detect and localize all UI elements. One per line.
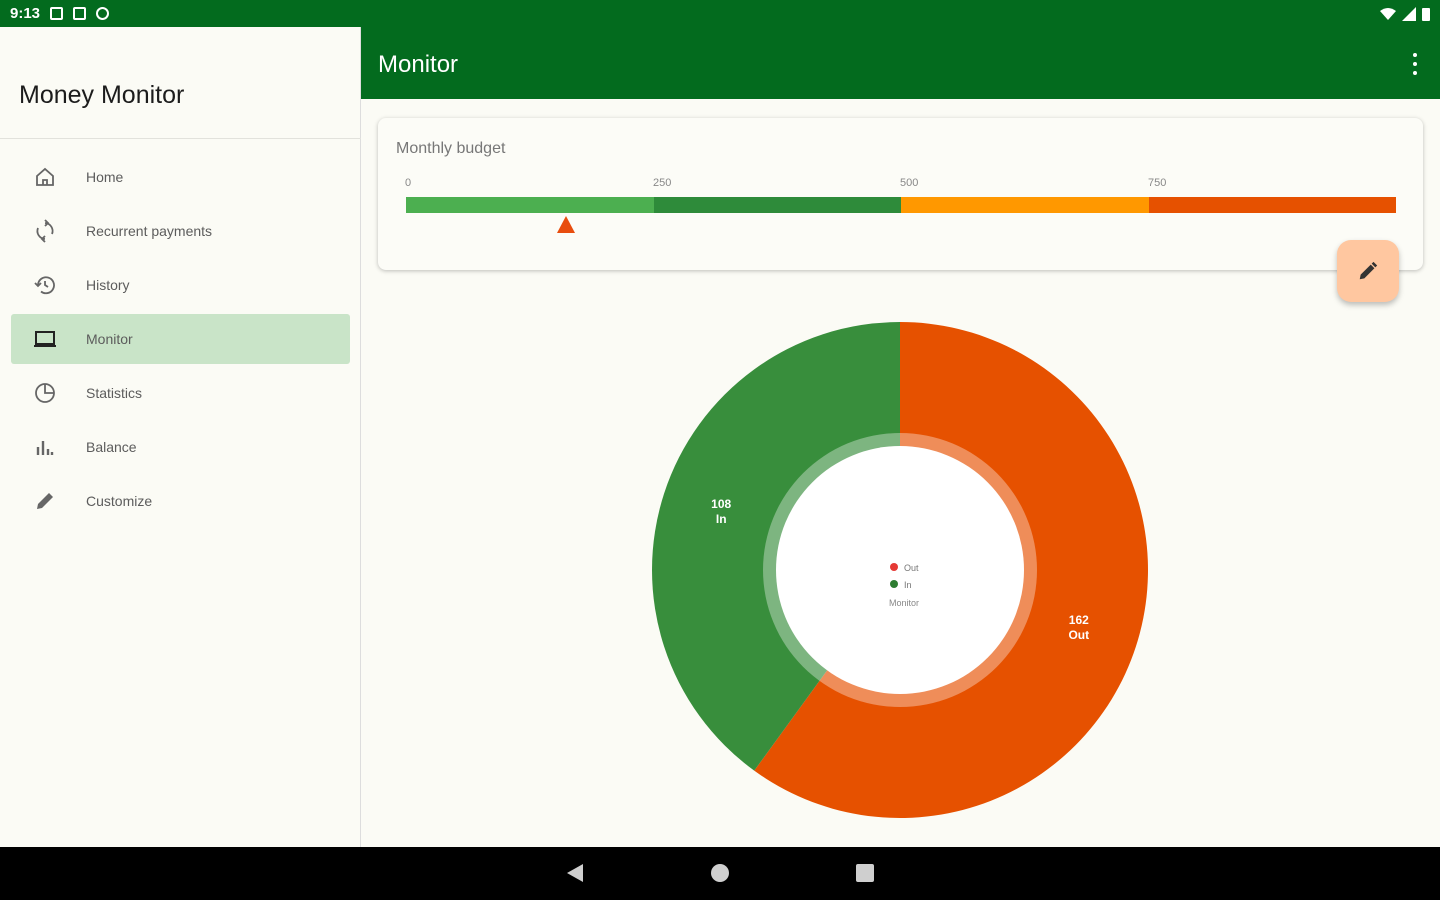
sd-card-icon [73, 7, 87, 20]
sync-icon [96, 7, 110, 20]
donut-hole [776, 446, 1024, 694]
nav-item-label: History [86, 277, 130, 293]
budget-tick: 500 [900, 177, 919, 189]
home-icon [36, 167, 54, 186]
monitor-icon [34, 331, 56, 347]
navigation-drawer: Money Monitor Home Recurrent payments Hi… [0, 27, 361, 847]
nav-item-label: Balance [86, 439, 137, 455]
status-time: 9:13 [10, 5, 41, 22]
home-button[interactable] [711, 864, 729, 882]
nav-item-balance[interactable]: Balance [11, 422, 350, 472]
slice-label-out: 162 Out [1068, 613, 1089, 642]
nav-item-monitor[interactable]: Monitor [11, 314, 350, 364]
nav-item-label: Customize [86, 493, 153, 509]
nav-item-history[interactable]: History [11, 260, 350, 310]
center-label: Monitor [889, 598, 919, 608]
status-bar: 9:13 [0, 0, 1440, 27]
legend-out-label: Out [904, 563, 919, 573]
nav-item-label: Monitor [86, 331, 133, 347]
pencil-icon [37, 493, 53, 509]
nav-item-label: Statistics [86, 385, 143, 401]
edit-budget-button[interactable] [1337, 240, 1399, 302]
legend-in-dot [890, 580, 898, 588]
nav-item-label: Home [86, 169, 124, 185]
nav-item-customize[interactable]: Customize [11, 476, 350, 526]
system-nav-bar [0, 847, 1440, 900]
recent-apps-button[interactable] [856, 864, 874, 882]
drawer-divider [0, 138, 361, 139]
history-icon [34, 276, 55, 295]
signal-icon [1402, 6, 1416, 21]
budget-tick: 250 [653, 177, 672, 189]
nav-item-home[interactable]: Home [11, 152, 350, 202]
legend-out-dot [890, 563, 898, 571]
legend-in-label: In [904, 580, 912, 590]
budget-segment [901, 197, 1149, 213]
budget-segment [653, 197, 901, 213]
budget-segment [406, 197, 654, 213]
nav-item-recurrent-payments[interactable]: Recurrent payments [11, 206, 350, 256]
back-button[interactable] [567, 864, 583, 882]
recurrent-icon [36, 219, 54, 243]
budget-segment [1148, 197, 1396, 213]
nav-list: Home Recurrent payments History Monitor … [11, 152, 350, 530]
monthly-budget-card: Monthly budget 0 250 500 750 [378, 118, 1423, 270]
monitor-donut-chart: 162 Out108 In Out In Monitor [652, 322, 1148, 818]
budget-marker [557, 216, 576, 233]
statistics-icon [35, 383, 55, 403]
app-bar: Monitor [361, 27, 1440, 99]
budget-title: Monthly budget [396, 140, 506, 157]
pencil-icon [1359, 261, 1378, 280]
balance-icon [36, 441, 54, 455]
battery-icon [1422, 7, 1430, 21]
nav-item-label: Recurrent payments [86, 223, 213, 239]
page-title: Monitor [378, 51, 459, 78]
notification-icon [50, 7, 64, 20]
more-options-icon[interactable] [1412, 53, 1418, 75]
drawer-title: Money Monitor [19, 81, 185, 109]
nav-item-statistics[interactable]: Statistics [11, 368, 350, 418]
wifi-icon [1380, 7, 1396, 20]
budget-bar [406, 197, 1396, 213]
budget-tick: 0 [405, 177, 412, 189]
budget-tick: 750 [1148, 177, 1167, 189]
